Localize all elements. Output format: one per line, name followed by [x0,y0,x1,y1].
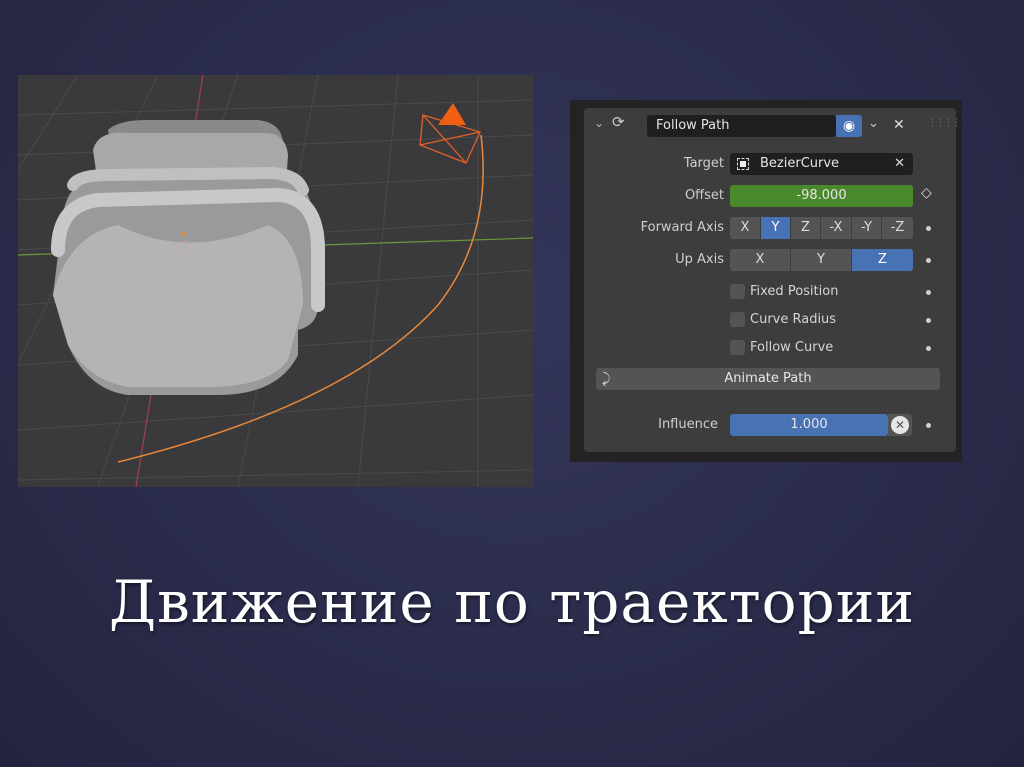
keyframe-diamond-icon[interactable]: ◇ [921,185,932,201]
follow-curve-checkbox[interactable] [730,340,745,355]
animate-path-label: Animate Path [724,371,812,386]
fixed-position-checkbox[interactable] [730,284,745,299]
follow-path-constraint: ⌄ ⟳ Follow Path ◉ ⌄ ✕ ⋮⋮⋮⋮ Target Bezier… [584,108,961,452]
follow-path-constraint-icon: ⟳ [612,113,625,131]
forward-axis-selector: X Y Z -X -Y -Z [730,217,913,239]
target-value: BezierCurve [760,156,840,171]
mesh-object[interactable] [51,120,325,395]
forward-axis-z[interactable]: Z [791,217,821,239]
animate-path-icon: ⤸ [602,371,611,387]
forward-axis-y[interactable]: Y [761,217,791,239]
animate-path-button[interactable]: ⤸ Animate Path [596,368,940,390]
constraint-panel: ⌄ ⟳ Follow Path ◉ ⌄ ✕ ⋮⋮⋮⋮ Target Bezier… [570,100,962,462]
constraint-name-field[interactable]: Follow Path [647,115,836,137]
follow-curve-keyframe-dot[interactable] [926,346,931,351]
curve-radius-checkbox[interactable] [730,312,745,327]
forward-axis-keyframe-dot[interactable] [926,226,931,231]
3d-viewport[interactable] [18,75,533,487]
curve-radius-keyframe-dot[interactable] [926,318,931,323]
delete-constraint-close-icon[interactable]: ✕ [893,117,905,133]
visibility-toggle-eye-icon[interactable]: ◉ [836,115,862,137]
offset-label: Offset [684,188,724,203]
influence-label: Influence [658,417,718,432]
collapse-chevron-icon[interactable]: ⌄ [594,116,604,130]
follow-curve-label: Follow Curve [750,340,834,355]
disable-keep-transform-x-icon[interactable]: ✕ [888,414,912,436]
slide-title: Движение по траектории [108,568,916,636]
target-field[interactable]: BezierCurve ✕ [730,153,913,175]
clear-target-close-icon[interactable]: ✕ [894,153,905,175]
forward-axis-x[interactable]: X [730,217,761,239]
fixed-position-label: Fixed Position [750,284,839,299]
up-axis-selector: X Y Z [730,249,913,271]
drag-grip-icon[interactable]: ⋮⋮⋮⋮ [928,118,961,128]
forward-axis-neg-x[interactable]: -X [821,217,852,239]
offset-value: -98.000 [796,188,847,203]
up-axis-label: Up Axis [675,252,724,267]
up-axis-y[interactable]: Y [791,249,852,271]
curve-radius-label: Curve Radius [750,312,837,327]
influence-slider[interactable]: 1.000 [730,414,888,436]
target-label: Target [683,156,724,171]
camera-object[interactable] [419,103,481,164]
up-axis-x[interactable]: X [730,249,791,271]
forward-axis-neg-z[interactable]: -Z [882,217,913,239]
influence-value: 1.000 [790,417,828,432]
forward-axis-label: Forward Axis [640,220,724,235]
constraint-name: Follow Path [656,118,730,133]
influence-keyframe-dot[interactable] [926,423,931,428]
forward-axis-neg-y[interactable]: -Y [852,217,882,239]
up-axis-keyframe-dot[interactable] [926,258,931,263]
offset-field[interactable]: -98.000 [730,185,913,207]
up-axis-z[interactable]: Z [852,249,913,271]
fixed-position-keyframe-dot[interactable] [926,290,931,295]
dropdown-chevron-icon[interactable]: ⌄ [868,116,879,131]
curve-object-icon [737,158,749,170]
